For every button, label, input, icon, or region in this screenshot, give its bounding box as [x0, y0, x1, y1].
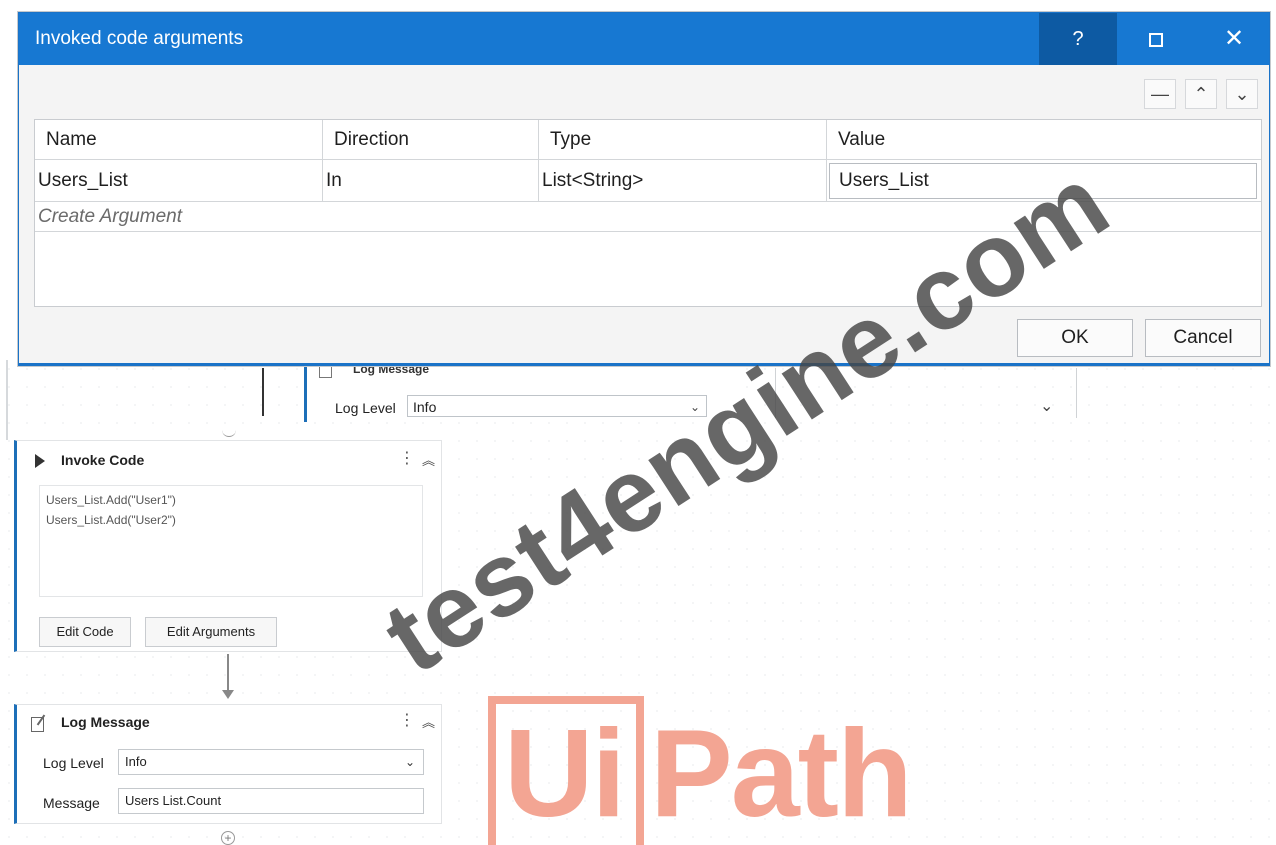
- properties-panel-edge: [775, 368, 1077, 418]
- chevron-down-icon: ⌄: [689, 400, 700, 414]
- double-chevron-up-icon[interactable]: ︽: [422, 712, 435, 731]
- play-icon: [35, 454, 45, 468]
- log-message-icon: [319, 365, 332, 378]
- flow-arrow: [227, 654, 229, 692]
- help-button[interactable]: ?: [1039, 13, 1117, 65]
- log-level-label: Log Level: [335, 400, 396, 416]
- cancel-button[interactable]: Cancel: [1145, 319, 1261, 357]
- code-line: Users_List.Add("User2"): [46, 513, 176, 527]
- code-line: Users_List.Add("User1"): [46, 493, 176, 507]
- edit-code-button[interactable]: Edit Code: [39, 617, 131, 647]
- log-level-value: Info: [125, 754, 147, 769]
- dialog-title-bar[interactable]: Invoked code arguments ? ✕: [19, 13, 1269, 65]
- log-level-select[interactable]: Info ⌄: [407, 395, 707, 417]
- uipath-logo-ui: Ui: [504, 705, 626, 843]
- create-argument-row[interactable]: Create Argument: [35, 202, 1261, 232]
- maximize-button[interactable]: [1117, 13, 1195, 65]
- argument-name-cell[interactable]: Users_List: [35, 160, 323, 202]
- edit-arguments-button[interactable]: Edit Arguments: [145, 617, 277, 647]
- arguments-table: Name Direction Type Value Users_List In …: [34, 119, 1262, 307]
- background-log-message-activity[interactable]: Log Message Log Level Info ⌄: [304, 362, 733, 422]
- argument-type-cell[interactable]: List<String>: [539, 160, 827, 202]
- argument-value-input[interactable]: Users_List: [829, 163, 1257, 199]
- code-preview[interactable]: Users_List.Add("User1") Users_List.Add("…: [39, 485, 423, 597]
- column-header-type[interactable]: Type: [539, 120, 827, 160]
- move-up-button[interactable]: ⌃: [1185, 79, 1217, 109]
- double-chevron-up-icon[interactable]: ︽: [422, 450, 435, 469]
- chevron-down-icon[interactable]: ⌄: [1040, 396, 1053, 416]
- close-button[interactable]: ✕: [1195, 13, 1273, 65]
- move-down-button[interactable]: ⌄: [1226, 79, 1258, 109]
- argument-direction-cell[interactable]: In: [323, 160, 539, 202]
- invoke-code-activity[interactable]: Invoke Code ⋮ ︽ Users_List.Add("User1") …: [14, 440, 442, 652]
- log-message-icon: [31, 717, 44, 732]
- message-input[interactable]: Users List.Count: [118, 788, 424, 814]
- invoked-code-arguments-dialog: Invoked code arguments ? ✕ — ⌃ ⌄ Name Di…: [18, 12, 1270, 366]
- kebab-menu-icon[interactable]: ⋮: [399, 710, 415, 730]
- log-level-value: Info: [413, 399, 437, 415]
- activity-title: Invoke Code: [61, 452, 145, 468]
- log-level-label: Log Level: [43, 755, 104, 771]
- log-message-activity[interactable]: Log Message ⋮ ︽ Log Level Info ⌄ Message…: [14, 704, 442, 824]
- dialog-title: Invoked code arguments: [35, 28, 244, 49]
- activity-title: Log Message: [61, 714, 150, 730]
- remove-argument-button[interactable]: —: [1144, 79, 1176, 109]
- designer-edge: [6, 360, 8, 440]
- maximize-icon: [1149, 32, 1163, 47]
- column-header-name[interactable]: Name: [35, 120, 323, 160]
- kebab-menu-icon[interactable]: ⋮: [399, 448, 415, 468]
- column-header-direction[interactable]: Direction: [323, 120, 539, 160]
- column-header-value[interactable]: Value: [827, 120, 1261, 160]
- argument-value-cell: Users_List: [827, 160, 1261, 202]
- flow-arrow-head: [222, 690, 234, 699]
- ok-button[interactable]: OK: [1017, 319, 1133, 357]
- uipath-logo-path: Path: [650, 705, 913, 843]
- log-level-select[interactable]: Info ⌄: [118, 749, 424, 775]
- plus-circle-icon[interactable]: +: [221, 831, 235, 845]
- sequence-connector: [262, 368, 264, 416]
- chevron-down-icon: ⌄: [404, 755, 415, 769]
- message-label: Message: [43, 795, 100, 811]
